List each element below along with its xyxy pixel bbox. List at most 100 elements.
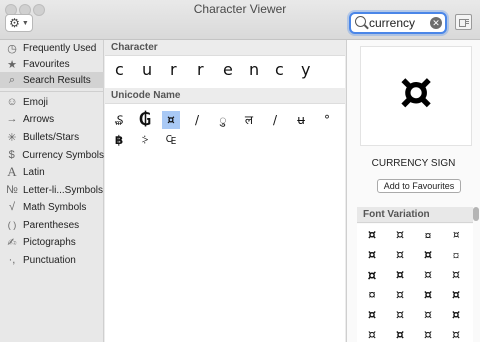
unicode-result[interactable]: ₷	[110, 111, 128, 129]
sidebar-divider	[0, 91, 104, 92]
sidebar-toggle-icon[interactable]	[455, 14, 472, 30]
unicode-result[interactable]: /	[188, 111, 206, 129]
character-result[interactable]: c	[115, 60, 124, 79]
font-variation-cell[interactable]: ¤	[387, 226, 413, 246]
font-variation-cell[interactable]: ¤	[443, 246, 469, 266]
sidebar-item-label: Math Symbols	[23, 201, 87, 213]
action-menu-button[interactable]: ⚙ ▼	[5, 14, 33, 32]
search-icon: ⌕	[8, 73, 16, 86]
font-variation-cell[interactable]: ¤	[359, 326, 385, 342]
font-variation-cell[interactable]: ¤	[415, 326, 441, 342]
character-section-header: Character	[105, 40, 345, 56]
search-field[interactable]: ✕	[349, 12, 447, 34]
sidebar-item-favourites[interactable]: ★ Favourites	[0, 56, 104, 72]
font-variation-cell[interactable]: ¤	[387, 246, 413, 266]
clock-icon: ◷	[7, 42, 17, 55]
detail-pane: ¤ CURRENCY SIGN Add to Favourites Font V…	[346, 40, 480, 342]
sidebar-item-label: Arrows	[23, 113, 55, 125]
font-variation-cell[interactable]: ¤	[443, 226, 469, 246]
character-result[interactable]: r	[170, 60, 177, 79]
sidebar-item-label: Frequently Used	[23, 42, 97, 54]
unicode-name-section-header: Unicode Name	[105, 88, 345, 104]
font-variation-cell[interactable]: ¤	[415, 246, 441, 266]
title-bar: Character Viewer ⚙ ▼ ✕	[0, 0, 480, 40]
font-variation-cell[interactable]: ¤	[359, 266, 385, 286]
punctuation-icon: ·,	[8, 254, 16, 266]
add-to-favourites-button[interactable]: Add to Favourites	[377, 179, 461, 193]
character-name: CURRENCY SIGN	[371, 158, 456, 169]
character-result[interactable]: r	[197, 60, 204, 79]
sidebar-item-bullets-stars[interactable]: ✳ Bullets/Stars	[0, 129, 104, 145]
sidebar-item-label: Currency Symbols	[22, 149, 104, 161]
unicode-result[interactable]: /	[266, 111, 284, 129]
sidebar-item-label: Favourites	[23, 58, 70, 70]
sidebar-item-frequently-used[interactable]: ◷ Frequently Used	[0, 40, 104, 56]
font-variation-cell[interactable]: ¤	[359, 226, 385, 246]
parentheses-icon: ( )	[7, 220, 17, 230]
font-variation-cell[interactable]: ¤	[387, 326, 413, 342]
sidebar-item-letterlike-symbols[interactable]: № Letter-li...Symbols	[0, 182, 104, 198]
font-variation-cell[interactable]: ¤	[359, 306, 385, 326]
font-variation-cell[interactable]: ¤	[443, 286, 469, 306]
scrollbar-thumb[interactable]	[473, 207, 479, 221]
sidebar-item-emoji[interactable]: ☺ Emoji	[0, 94, 104, 110]
sidebar-item-latin[interactable]: A Latin	[0, 164, 104, 180]
unicode-result[interactable]: ʉ	[292, 111, 310, 129]
unicode-result[interactable]: °	[318, 111, 336, 129]
search-input[interactable]	[369, 15, 427, 31]
font-variation-cell[interactable]: ¤	[415, 266, 441, 286]
font-variation-cell[interactable]: ¤	[415, 286, 441, 306]
unicode-result[interactable]: ल	[240, 111, 258, 129]
sidebar-item-label: Bullets/Stars	[23, 131, 80, 143]
font-variation-header: Font Variation	[357, 207, 473, 223]
sidebar-item-parentheses[interactable]: ( ) Parentheses	[0, 217, 104, 233]
character-result[interactable]: e	[223, 60, 233, 79]
sidebar-item-search-results[interactable]: ⌕ Search Results	[0, 72, 104, 88]
unicode-result[interactable]: ⸖	[136, 131, 154, 149]
gear-icon: ⚙	[9, 16, 20, 30]
character-result[interactable]: y	[301, 60, 310, 79]
font-variation-cell[interactable]: ¤	[415, 306, 441, 326]
font-variation-cell[interactable]: ¤	[443, 326, 469, 342]
latin-a-icon: A	[7, 164, 17, 179]
character-result[interactable]: c	[275, 60, 284, 79]
sidebar-item-punctuation[interactable]: ·, Punctuation	[0, 252, 104, 268]
font-variation-cell[interactable]: ¤	[359, 286, 385, 306]
sidebar-item-label: Parentheses	[23, 219, 80, 231]
sidebar-item-currency-symbols[interactable]: $ Currency Symbols	[0, 147, 104, 163]
character-result[interactable]: u	[142, 60, 152, 79]
chevron-down-icon: ▼	[21, 19, 29, 27]
font-variation-cell[interactable]: ¤	[387, 286, 413, 306]
font-variation-cell[interactable]: ¤	[359, 246, 385, 266]
font-variation-grid: ¤ ¤ ¤ ¤ ¤ ¤ ¤ ¤ ¤ ¤ ¤ ¤ ¤ ¤ ¤ ¤ ¤ ¤ ¤ ¤ ¤ ¤ ¤ ¤	[357, 224, 473, 342]
sidebar-item-math-symbols[interactable]: √ Math Symbols	[0, 199, 104, 215]
unicode-result-selected[interactable]: ¤	[162, 111, 180, 129]
preview-glyph: ¤	[399, 62, 433, 122]
sidebar-item-label: Punctuation	[23, 254, 76, 266]
font-variation-cell[interactable]: ¤	[443, 266, 469, 286]
unicode-result[interactable]: ₲	[136, 111, 154, 129]
star-icon: ★	[7, 58, 17, 71]
unicode-result[interactable]: ₠	[162, 131, 180, 149]
detail-scrollbar[interactable]	[473, 207, 479, 342]
sidebar-item-label: Latin	[23, 166, 45, 178]
dollar-icon: $	[8, 149, 15, 161]
unicode-result[interactable]: ฿	[110, 131, 128, 149]
sidebar-item-pictographs[interactable]: ✍ Pictographs	[0, 234, 104, 250]
unicode-result[interactable]: ु	[214, 111, 232, 129]
font-variation-cell[interactable]: ¤	[387, 306, 413, 326]
clear-search-icon[interactable]: ✕	[430, 17, 442, 29]
font-variation-cell[interactable]: ¤	[415, 226, 441, 246]
numero-icon: №	[6, 184, 18, 196]
character-preview: ¤	[360, 46, 472, 146]
sidebar-item-label: Pictographs	[23, 236, 76, 248]
asterisk-icon: ✳	[7, 131, 17, 144]
pictograph-icon: ✍	[7, 236, 17, 249]
sidebar-item-label: Search Results	[23, 74, 91, 86]
results-pane: Character c u r r e n c y Unicode Name ₷…	[105, 40, 345, 342]
sidebar-item-arrows[interactable]: → Arrows	[0, 111, 104, 127]
character-result[interactable]: n	[249, 60, 259, 79]
search-icon	[355, 16, 366, 27]
font-variation-cell[interactable]: ¤	[443, 306, 469, 326]
font-variation-cell[interactable]: ¤	[387, 266, 413, 286]
